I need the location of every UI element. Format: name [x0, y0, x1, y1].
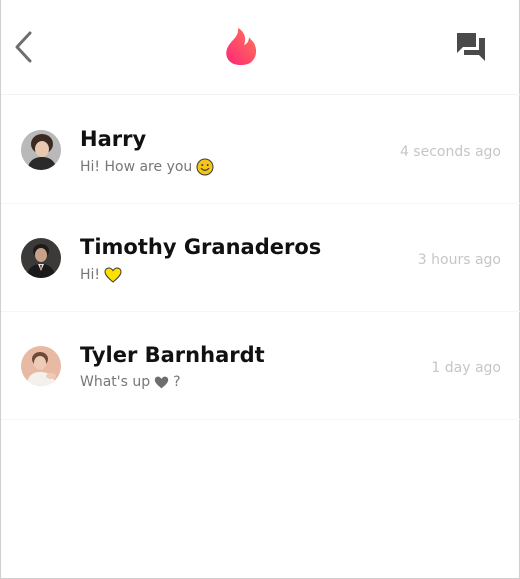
message-preview: Hi! How are you: [80, 158, 214, 176]
message-preview: What's up ?: [80, 374, 181, 390]
timestamp: 4 seconds ago: [399, 144, 501, 160]
contact-name: Harry: [80, 127, 147, 151]
chat-bubbles-icon: [457, 33, 485, 61]
app-frame: Harry Hi! How are you 4 seconds ago Timo…: [0, 0, 520, 579]
conversation-row[interactable]: Tyler Barnhardt What's up ? 1 day ago: [1, 312, 520, 420]
message-text: Hi!: [80, 267, 101, 283]
smiley-face-icon: [196, 158, 214, 176]
messages-button[interactable]: [454, 30, 488, 64]
chevron-left-icon: [15, 31, 32, 63]
timestamp: 3 hours ago: [417, 252, 501, 268]
conversation-row[interactable]: Harry Hi! How are you 4 seconds ago: [1, 96, 520, 204]
avatar: [21, 346, 61, 386]
avatar: [21, 130, 61, 170]
contact-name: Tyler Barnhardt: [80, 343, 265, 367]
message-text: What's up: [80, 374, 151, 390]
app-logo[interactable]: [223, 26, 259, 66]
header: [1, 0, 520, 95]
message-preview: Hi!: [80, 266, 122, 284]
avatar: [21, 238, 61, 278]
message-suffix: ?: [173, 374, 181, 390]
flame-icon: [226, 28, 257, 66]
back-button[interactable]: [9, 28, 37, 66]
conversation-list: Harry Hi! How are you 4 seconds ago Timo…: [1, 96, 520, 420]
gray-heart-icon: [154, 376, 169, 388]
timestamp: 1 day ago: [431, 360, 501, 376]
message-text: Hi! How are you: [80, 159, 193, 175]
yellow-heart-icon: [104, 267, 122, 283]
conversation-row[interactable]: Timothy Granaderos Hi! 3 hours ago: [1, 204, 520, 312]
contact-name: Timothy Granaderos: [80, 235, 322, 259]
